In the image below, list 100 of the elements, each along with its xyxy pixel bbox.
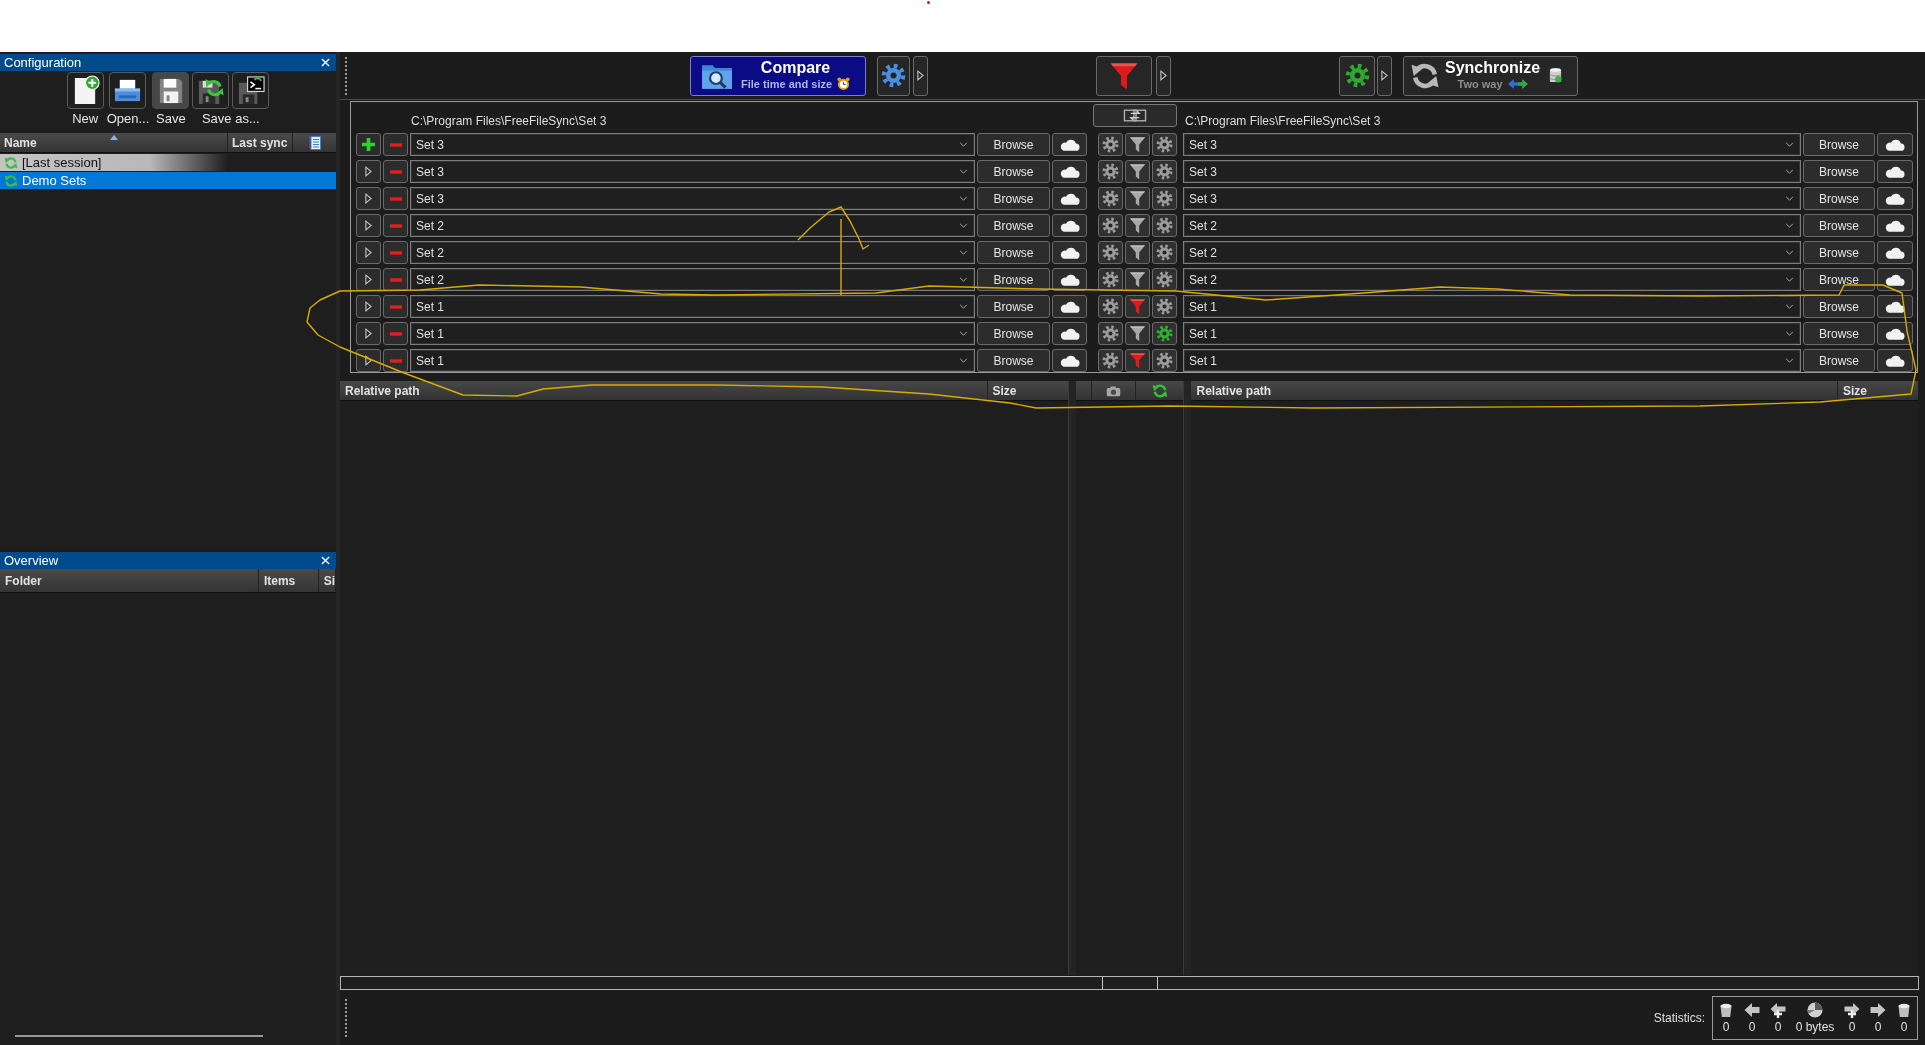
remove-button[interactable] xyxy=(383,268,408,291)
folder-dropdown[interactable]: Set 2 xyxy=(410,241,975,264)
browse-button[interactable]: Browse xyxy=(1803,214,1875,237)
filter-button[interactable] xyxy=(1096,55,1152,96)
folder-dropdown[interactable]: Set 1 xyxy=(1183,295,1801,318)
remove-button[interactable] xyxy=(383,187,408,210)
browse-button[interactable]: Browse xyxy=(977,349,1050,372)
cloud-button[interactable] xyxy=(1052,160,1087,183)
menu-arrow-button[interactable] xyxy=(1377,55,1392,96)
horizontal-scrollbar[interactable] xyxy=(340,976,1919,990)
settings-button[interactable] xyxy=(1097,160,1123,183)
synchronize-button[interactable]: Synchronize Two way xyxy=(1403,55,1578,96)
menu-arrow-button[interactable] xyxy=(913,55,928,96)
cloud-button[interactable] xyxy=(1052,295,1087,318)
settings-button[interactable] xyxy=(1097,187,1123,210)
browse-button[interactable]: Browse xyxy=(1803,187,1875,210)
browse-button[interactable]: Browse xyxy=(977,160,1050,183)
expand-button[interactable] xyxy=(356,295,381,318)
expand-button[interactable] xyxy=(356,160,381,183)
settings-button[interactable] xyxy=(1097,214,1123,237)
browse-button[interactable]: Browse xyxy=(977,214,1050,237)
settings-button[interactable] xyxy=(1097,133,1123,156)
settings-button[interactable] xyxy=(1339,55,1375,96)
new-document-button[interactable] xyxy=(66,72,104,109)
folder-dropdown[interactable]: Set 1 xyxy=(1183,349,1801,372)
save-as-batch-button[interactable] xyxy=(232,72,270,109)
cloud-button[interactable] xyxy=(1052,241,1087,264)
remove-button[interactable] xyxy=(383,214,408,237)
cloud-button[interactable] xyxy=(1877,322,1913,345)
settings-button[interactable] xyxy=(877,55,910,96)
settings-button[interactable] xyxy=(1097,295,1123,318)
folder-dropdown[interactable]: Set 1 xyxy=(410,295,975,318)
column-header[interactable]: Folder xyxy=(0,569,259,592)
folder-dropdown[interactable]: Set 2 xyxy=(410,214,975,237)
browse-button[interactable]: Browse xyxy=(977,241,1050,264)
expand-button[interactable] xyxy=(356,241,381,264)
folder-dropdown[interactable]: Set 1 xyxy=(1183,322,1801,345)
column-header[interactable]: Relative path xyxy=(1191,381,1838,400)
settings-button[interactable] xyxy=(1097,268,1123,291)
folder-dropdown[interactable]: Set 2 xyxy=(410,268,975,291)
close-icon[interactable] xyxy=(321,556,330,565)
folder-dropdown[interactable]: Set 1 xyxy=(410,322,975,345)
open-button[interactable] xyxy=(109,72,147,109)
cloud-button[interactable] xyxy=(1877,160,1913,183)
column-header[interactable]: Items xyxy=(258,569,319,592)
cloud-button[interactable] xyxy=(1877,349,1913,372)
column-header[interactable]: Size xyxy=(1838,381,1918,400)
settings-button[interactable] xyxy=(1097,349,1123,372)
cloud-button[interactable] xyxy=(1052,268,1087,291)
scrollbar-thumb[interactable] xyxy=(15,1035,263,1037)
expand-button[interactable] xyxy=(356,322,381,345)
browse-button[interactable]: Browse xyxy=(1803,160,1875,183)
cloud-button[interactable] xyxy=(1877,241,1913,264)
menu-arrow-button[interactable] xyxy=(1156,55,1171,96)
camera-icon[interactable] xyxy=(1105,384,1121,397)
browse-button[interactable]: Browse xyxy=(977,295,1050,318)
cloud-button[interactable] xyxy=(1877,187,1913,210)
expand-button[interactable] xyxy=(356,349,381,372)
expand-button[interactable] xyxy=(356,187,381,210)
column-header[interactable]: Last sync xyxy=(228,133,293,152)
remove-button[interactable] xyxy=(383,241,408,264)
settings-button[interactable] xyxy=(1097,322,1123,345)
folder-dropdown[interactable]: Set 3 xyxy=(410,187,975,210)
column-header[interactable]: Si xyxy=(318,569,336,592)
cloud-button[interactable] xyxy=(1052,349,1087,372)
browse-button[interactable]: Browse xyxy=(977,322,1050,345)
expand-button[interactable] xyxy=(356,214,381,237)
cloud-button[interactable] xyxy=(1052,187,1087,210)
folder-dropdown[interactable]: Set 3 xyxy=(1183,187,1801,210)
config-list-item[interactable]: Demo Sets xyxy=(0,172,336,189)
folder-dropdown[interactable]: Set 3 xyxy=(410,133,975,156)
scrollbar-thumb[interactable] xyxy=(1102,977,1158,989)
folder-dropdown[interactable]: Set 3 xyxy=(1183,133,1801,156)
browse-button[interactable]: Browse xyxy=(977,187,1050,210)
folder-dropdown[interactable]: Set 2 xyxy=(1183,241,1801,264)
browse-button[interactable]: Browse xyxy=(1803,268,1875,291)
cloud-button[interactable] xyxy=(1052,214,1087,237)
cloud-button[interactable] xyxy=(1877,268,1913,291)
column-header[interactable]: Relative path xyxy=(340,381,988,400)
swap-sides-button[interactable] xyxy=(1093,104,1177,127)
cloud-button[interactable] xyxy=(1877,133,1913,156)
browse-button[interactable]: Browse xyxy=(977,133,1050,156)
folder-dropdown[interactable]: Set 1 xyxy=(410,349,975,372)
browse-button[interactable]: Browse xyxy=(1803,241,1875,264)
remove-button[interactable] xyxy=(383,349,408,372)
remove-button[interactable] xyxy=(383,322,408,345)
browse-button[interactable]: Browse xyxy=(977,268,1050,291)
expand-button[interactable] xyxy=(356,268,381,291)
folder-dropdown[interactable]: Set 2 xyxy=(1183,214,1801,237)
remove-button[interactable] xyxy=(383,295,408,318)
cloud-button[interactable] xyxy=(1052,133,1087,156)
browse-button[interactable]: Browse xyxy=(1803,295,1875,318)
cloud-button[interactable] xyxy=(1052,322,1087,345)
column-header[interactable]: Size xyxy=(987,381,1068,400)
browse-button[interactable]: Browse xyxy=(1803,322,1875,345)
folder-dropdown[interactable]: Set 3 xyxy=(410,160,975,183)
column-header[interactable]: Name xyxy=(0,133,228,152)
remove-button[interactable] xyxy=(383,160,408,183)
add-button[interactable] xyxy=(356,133,381,156)
browse-button[interactable]: Browse xyxy=(1803,349,1875,372)
